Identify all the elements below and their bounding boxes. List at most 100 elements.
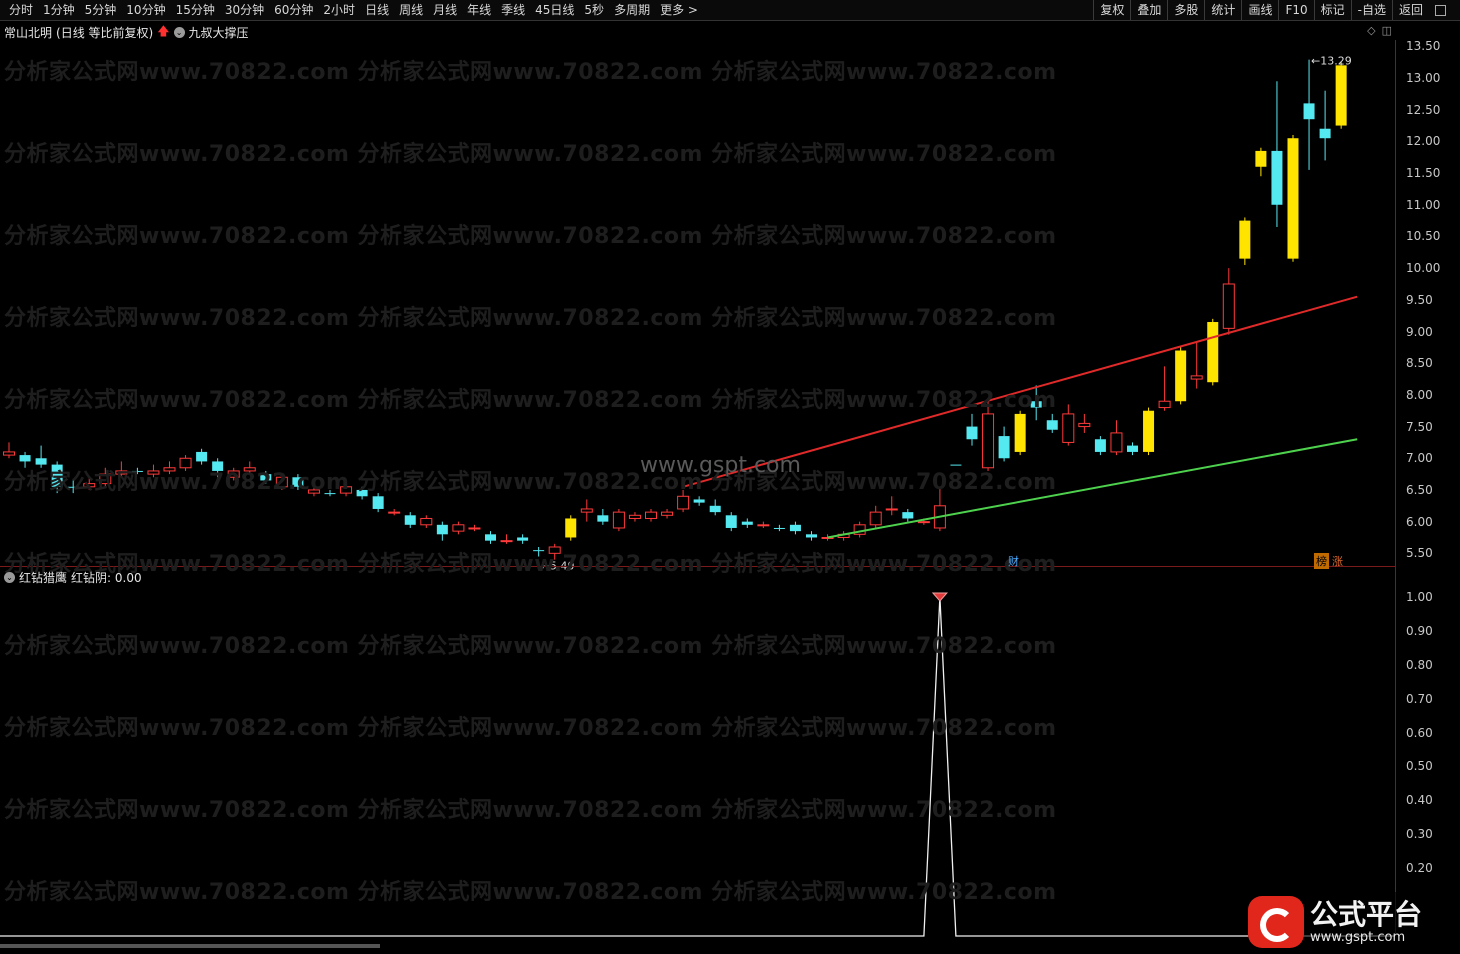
y-axis-divider	[1395, 40, 1396, 936]
indicator-panel-name[interactable]: 红钻猎鹰	[19, 569, 67, 586]
candle-body	[485, 534, 496, 541]
watermark-text: 分析家公式网www.70822.com 分析家公式网www.70822.com …	[4, 716, 1057, 741]
candle-body	[677, 495, 690, 510]
cai-tag[interactable]: 财	[1006, 553, 1021, 569]
bang-tag[interactable]: 榜	[1314, 553, 1329, 569]
price-tick: 10.00	[1406, 261, 1441, 276]
candle-body	[1094, 439, 1106, 452]
candle-body	[709, 505, 721, 513]
candle-body	[1143, 410, 1155, 452]
logo-name: 公式平台	[1310, 897, 1423, 931]
candle-body	[1287, 138, 1299, 259]
candle-body	[741, 521, 753, 525]
candle-body	[998, 436, 1010, 459]
horizontal-scrollbar	[0, 944, 380, 948]
indicator-tick: 0.90	[1406, 623, 1433, 638]
candle-body	[500, 540, 513, 543]
candle-body	[1046, 420, 1058, 430]
zhang-tag[interactable]: 涨	[1330, 553, 1345, 569]
price-tick: 12.00	[1406, 134, 1441, 149]
price-tick: 8.50	[1406, 356, 1433, 371]
gspt-logo-icon	[1248, 896, 1304, 948]
candle-body	[1190, 375, 1203, 380]
high-price-label: ←13.29	[1311, 55, 1352, 68]
price-tick: 6.50	[1406, 482, 1433, 497]
watermark-text: 分析家公式网www.70822.com 分析家公式网www.70822.com …	[4, 552, 1057, 577]
candle-body	[917, 521, 930, 524]
watermark-text: 分析家公式网www.70822.com 分析家公式网www.70822.com …	[4, 142, 1057, 167]
candle-body	[612, 511, 625, 529]
indicator-tick: 0.70	[1406, 691, 1433, 706]
price-tick: 13.50	[1406, 39, 1441, 54]
candle-body	[19, 455, 31, 462]
candle-body	[388, 511, 401, 514]
candle-body	[3, 451, 15, 456]
candle-body	[757, 524, 770, 527]
candle-body	[1062, 413, 1075, 443]
candle-body	[597, 515, 609, 522]
candle-body	[1335, 65, 1347, 126]
candle-body	[420, 517, 433, 526]
candle-body	[966, 426, 978, 440]
candle-body	[1207, 322, 1219, 383]
candle-body	[1110, 432, 1123, 453]
candle-body	[1271, 150, 1283, 205]
watermark-text: 分析家公式网www.70822.com 分析家公式网www.70822.com …	[4, 60, 1057, 85]
candle-body	[725, 515, 737, 528]
price-tick: 10.50	[1406, 229, 1441, 244]
candle-body	[517, 537, 529, 541]
candle-body	[1222, 283, 1235, 329]
watermark-text: 分析家公式网www.70822.com 分析家公式网www.70822.com …	[4, 634, 1057, 659]
candle-body	[773, 527, 785, 529]
watermark-text: 分析家公式网www.70822.com 分析家公式网www.70822.com …	[4, 470, 1057, 495]
candle-body	[885, 508, 898, 511]
price-tick: 11.00	[1406, 197, 1441, 212]
price-tick: 11.50	[1406, 166, 1441, 181]
indicator-tick: 0.20	[1406, 861, 1433, 876]
indicator-title-bar: ⌄ 红钻猎鹰 红钻阴: 0.00	[4, 569, 142, 586]
candle-body	[580, 508, 593, 513]
chevron-down-icon[interactable]: ⌄	[4, 572, 15, 583]
candle-body	[1255, 150, 1267, 167]
candle-body	[1158, 400, 1171, 409]
candle-body	[869, 511, 882, 526]
candle-body	[372, 496, 384, 509]
indicator-tick: 0.60	[1406, 725, 1433, 740]
watermark-text: 分析家公式网www.70822.com 分析家公式网www.70822.com …	[4, 224, 1057, 249]
price-tick: 9.50	[1406, 292, 1433, 307]
candle-body	[982, 413, 995, 469]
candle-body	[404, 515, 416, 525]
price-tick: 5.50	[1406, 546, 1433, 561]
price-tick: 8.00	[1406, 387, 1433, 402]
candle-body	[1319, 128, 1331, 139]
watermark-text: 分析家公式网www.70822.com 分析家公式网www.70822.com …	[4, 880, 1057, 905]
candle-body	[436, 524, 448, 535]
indicator-tick: 0.40	[1406, 793, 1433, 808]
price-tick: 9.00	[1406, 324, 1433, 339]
candle-body	[452, 524, 465, 532]
candle-body	[196, 451, 208, 462]
candle-body	[1127, 445, 1138, 452]
candle-body	[661, 511, 674, 516]
candle-body	[1175, 350, 1187, 402]
candle-body	[628, 514, 641, 519]
candle-body	[1014, 413, 1026, 452]
price-tick: 6.00	[1406, 514, 1433, 529]
gspt-logo: 公式平台 www.gspt.com	[1248, 892, 1458, 952]
candle-body	[645, 511, 657, 519]
indicator-tick: 0.80	[1406, 657, 1433, 672]
candle-body	[806, 534, 817, 538]
price-tick: 7.50	[1406, 419, 1433, 434]
indicator-tick: 1.00	[1406, 589, 1433, 604]
price-tick: 13.00	[1406, 71, 1441, 86]
candle-body	[1078, 422, 1091, 428]
indicator-tick: 0.30	[1406, 827, 1433, 842]
watermark-text: 分析家公式网www.70822.com 分析家公式网www.70822.com …	[4, 306, 1057, 331]
watermark-text: 分析家公式网www.70822.com 分析家公式网www.70822.com …	[4, 388, 1057, 413]
candle-body	[1239, 220, 1251, 259]
watermark-text: 分析家公式网www.70822.com 分析家公式网www.70822.com …	[4, 798, 1057, 823]
candle-body	[1303, 103, 1315, 120]
indicator-tick: 0.50	[1406, 759, 1433, 774]
logo-url: www.gspt.com	[1310, 929, 1406, 945]
price-tick: 7.00	[1406, 451, 1433, 466]
